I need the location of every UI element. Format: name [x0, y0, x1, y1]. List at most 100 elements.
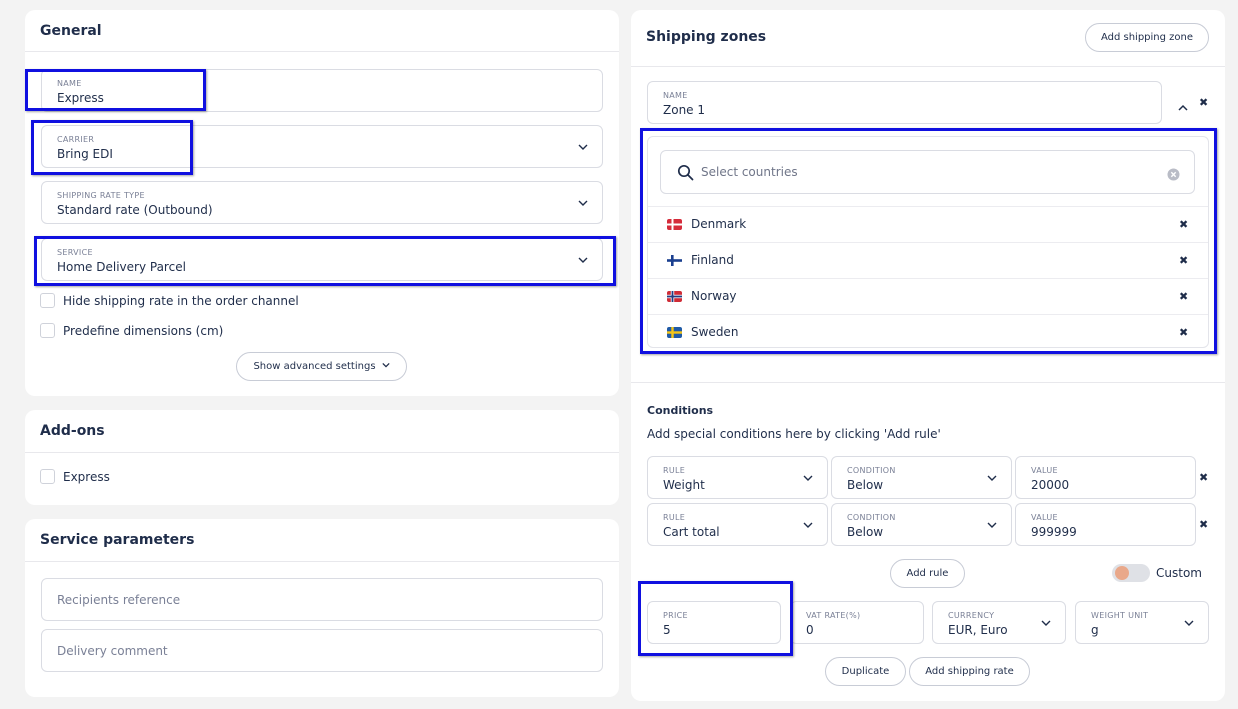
remove-country-icon[interactable]: ✖ — [1179, 254, 1188, 267]
vat-rate-input[interactable]: VAT RATE(%) 0 — [790, 601, 924, 644]
rate-type-value: Standard rate (Outbound) — [57, 203, 213, 217]
country-search-placeholder: Select countries — [701, 165, 798, 179]
rule-select[interactable]: RULE Cart total — [647, 503, 828, 546]
add-shipping-zone-label: Add shipping zone — [1100, 32, 1194, 43]
addons-title: Add-ons — [40, 423, 105, 439]
service-label: SERVICE — [57, 248, 93, 257]
rule-value: Cart total — [663, 525, 720, 539]
country-name: Norway — [691, 289, 737, 303]
zone-name-value: Zone 1 — [663, 103, 705, 117]
express-addon-checkbox[interactable] — [40, 469, 55, 484]
hide-rate-checkbox[interactable] — [40, 293, 55, 308]
duplicate-button[interactable]: Duplicate — [825, 657, 906, 686]
denmark-flag-icon — [667, 219, 682, 230]
price-input[interactable]: PRICE 5 — [647, 601, 781, 644]
service-select[interactable]: SERVICE Home Delivery Parcel — [41, 238, 603, 281]
remove-country-icon[interactable]: ✖ — [1179, 326, 1188, 339]
condition-label: CONDITION — [847, 513, 896, 522]
add-shipping-rate-label: Add shipping rate — [925, 666, 1014, 677]
carrier-value: Bring EDI — [57, 147, 113, 161]
remove-country-icon[interactable]: ✖ — [1179, 218, 1188, 231]
chevron-down-icon — [578, 255, 588, 265]
remove-rule-icon[interactable]: ✖ — [1199, 471, 1208, 484]
condition-select[interactable]: CONDITION Below — [831, 503, 1012, 546]
remove-rule-icon[interactable]: ✖ — [1199, 518, 1208, 531]
rule-value-input[interactable]: VALUE 999999 — [1015, 503, 1196, 546]
chevron-down-icon — [578, 142, 588, 152]
search-icon — [677, 164, 694, 185]
custom-toggle[interactable] — [1112, 564, 1150, 582]
clear-search-icon[interactable] — [1167, 166, 1180, 185]
sweden-flag-icon — [667, 327, 682, 338]
vat-rate-label: VAT RATE(%) — [806, 611, 861, 620]
remove-zone-icon[interactable]: ✖ — [1199, 96, 1208, 109]
conditions-title: Conditions — [647, 404, 714, 417]
condition-value: Below — [847, 525, 884, 539]
add-shipping-zone-button[interactable]: Add shipping zone — [1085, 23, 1209, 52]
country-search-input[interactable]: Select countries — [660, 150, 1195, 194]
chevron-down-icon — [803, 473, 813, 483]
name-field[interactable]: NAME Express — [41, 69, 603, 112]
hide-rate-label: Hide shipping rate in the order channel — [63, 293, 299, 308]
remove-country-icon[interactable]: ✖ — [1179, 290, 1188, 303]
recipients-reference-input[interactable]: Recipients reference — [41, 578, 603, 621]
currency-select[interactable]: CURRENCY EUR, Euro — [932, 601, 1066, 644]
vat-rate-value: 0 — [806, 623, 814, 637]
carrier-select[interactable]: CARRIER Bring EDI — [41, 125, 603, 168]
delivery-comment-input[interactable]: Delivery comment — [41, 629, 603, 672]
custom-label: Custom — [1156, 566, 1202, 580]
recipients-reference-placeholder: Recipients reference — [57, 593, 181, 607]
value-value: 20000 — [1031, 478, 1070, 492]
finland-flag-icon — [667, 255, 682, 266]
rule-value: Weight — [663, 478, 705, 492]
condition-value: Below — [847, 478, 884, 492]
toggle-knob — [1115, 566, 1129, 580]
add-rule-button[interactable]: Add rule — [890, 559, 965, 588]
weight-unit-select[interactable]: WEIGHT UNIT g — [1075, 601, 1209, 644]
express-addon-option[interactable]: Express — [40, 469, 110, 484]
condition-select[interactable]: CONDITION Below — [831, 456, 1012, 499]
price-label: PRICE — [663, 611, 688, 620]
chevron-up-icon[interactable] — [1178, 98, 1188, 117]
divider — [25, 51, 619, 52]
name-label: NAME — [57, 79, 82, 88]
rule-value-input[interactable]: VALUE 20000 — [1015, 456, 1196, 499]
conditions-hint: Add special conditions here by clicking … — [647, 427, 941, 441]
hide-rate-option[interactable]: Hide shipping rate in the order channel — [40, 293, 299, 308]
show-advanced-label: Show advanced settings — [253, 361, 376, 372]
value-label: VALUE — [1031, 466, 1058, 475]
general-title: General — [40, 23, 102, 39]
divider — [631, 382, 1225, 383]
currency-value: EUR, Euro — [948, 623, 1008, 637]
add-rule-label: Add rule — [906, 568, 949, 579]
currency-label: CURRENCY — [948, 611, 995, 620]
weight-unit-label: WEIGHT UNIT — [1091, 611, 1149, 620]
express-addon-label: Express — [63, 469, 110, 484]
chevron-down-icon — [381, 361, 390, 372]
rule-select[interactable]: RULE Weight — [647, 456, 828, 499]
shipping-rate-type-select[interactable]: SHIPPING RATE TYPE Standard rate (Outbou… — [41, 181, 603, 224]
zone-name-field[interactable]: NAME Zone 1 — [647, 81, 1162, 124]
weight-unit-value: g — [1091, 623, 1099, 637]
addons-card: Add-ons — [25, 410, 619, 505]
predefine-dimensions-checkbox[interactable] — [40, 323, 55, 338]
country-name: Finland — [691, 253, 734, 267]
country-name: Sweden — [691, 325, 739, 339]
predefine-dimensions-option[interactable]: Predefine dimensions (cm) — [40, 323, 223, 338]
value-label: VALUE — [1031, 513, 1058, 522]
show-advanced-settings-button[interactable]: Show advanced settings — [236, 352, 407, 381]
norway-flag-icon — [667, 291, 682, 302]
divider — [25, 561, 619, 562]
service-parameters-title: Service parameters — [40, 532, 195, 548]
chevron-down-icon — [987, 520, 997, 530]
country-name: Denmark — [691, 217, 747, 231]
add-shipping-rate-button[interactable]: Add shipping rate — [909, 657, 1030, 686]
rule-label: RULE — [663, 466, 686, 475]
country-row-finland: Finland ✖ — [648, 242, 1208, 278]
chevron-down-icon — [1041, 618, 1051, 628]
price-value: 5 — [663, 623, 671, 637]
chevron-down-icon — [987, 473, 997, 483]
service-value: Home Delivery Parcel — [57, 260, 186, 274]
divider — [25, 452, 619, 453]
chevron-down-icon — [1184, 618, 1194, 628]
